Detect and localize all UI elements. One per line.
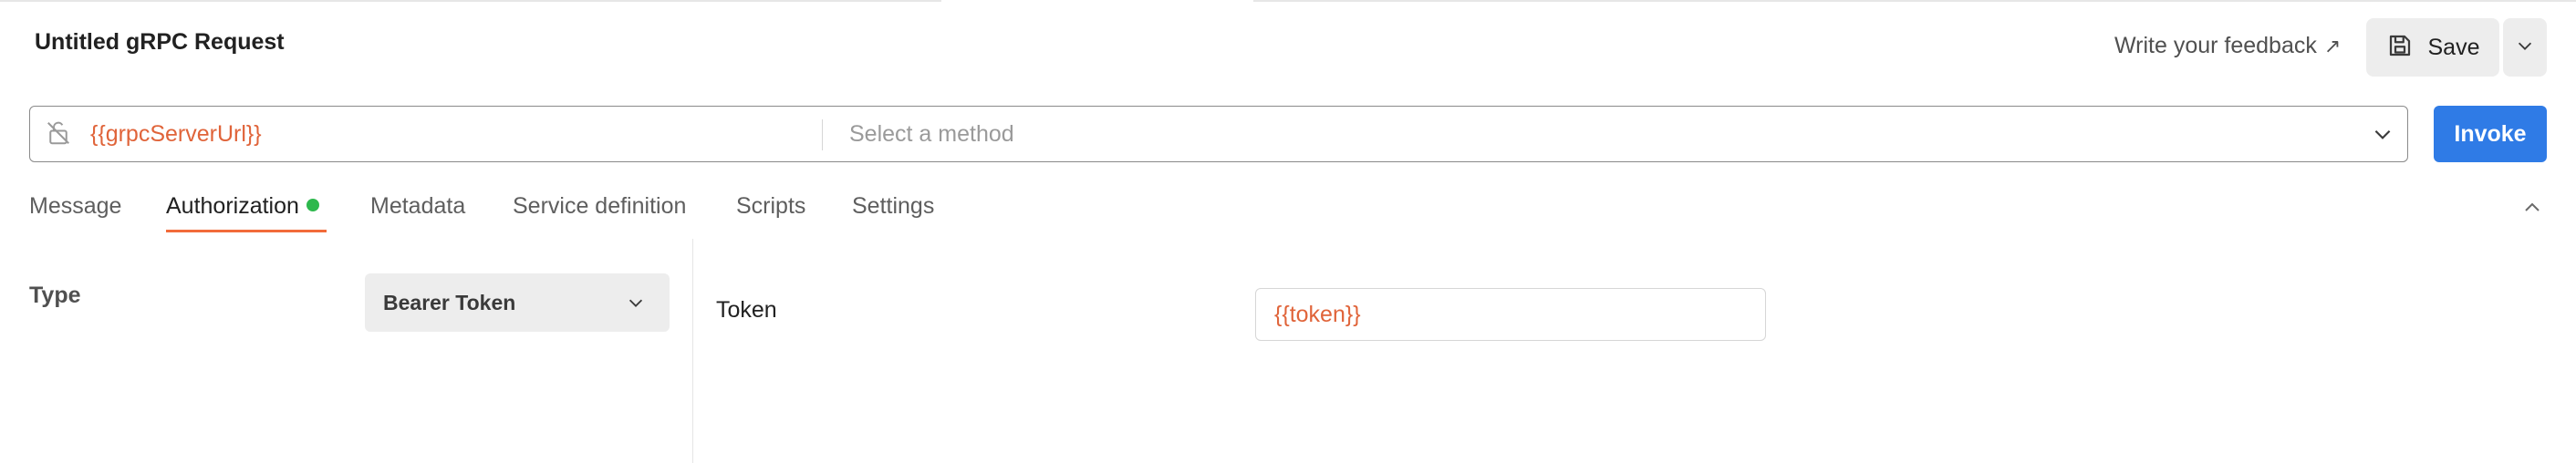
save-label: Save [2427, 34, 2480, 60]
status-dot [306, 199, 319, 212]
tab-label: Metadata [370, 193, 466, 219]
chevron-up-icon[interactable] [2521, 197, 2543, 223]
auth-type-label: Type [29, 283, 81, 308]
tab-label: Service definition [513, 193, 687, 219]
tab-strip-border-right [1253, 0, 2576, 2]
tab-label: Authorization [166, 193, 299, 219]
tab-label: Settings [852, 193, 935, 219]
panel-divider[interactable] [692, 239, 693, 463]
active-tab-indicator [166, 230, 327, 232]
lock-off-icon[interactable] [45, 118, 72, 152]
auth-type-value: Bearer Token [383, 290, 516, 314]
request-title[interactable]: Untitled gRPC Request [35, 29, 285, 56]
tab-strip-border-left [0, 0, 941, 2]
tab-metadata[interactable]: Metadata [370, 193, 465, 220]
save-icon [2386, 32, 2414, 64]
tab-label: Scripts [736, 193, 806, 219]
arrow-up-right-icon: ↗ [2323, 34, 2342, 57]
tab-authorization[interactable]: Authorization [166, 193, 319, 220]
tab-label: Message [29, 193, 122, 219]
url-bar[interactable]: {{grpcServerUrl}} Select a method [29, 106, 2408, 162]
tab-scripts[interactable]: Scripts [736, 193, 805, 220]
feedback-label: Write your feedback [2114, 33, 2317, 58]
chevron-down-icon[interactable] [2371, 122, 2394, 150]
method-select[interactable]: Select a method [849, 121, 1014, 148]
save-options-button[interactable] [2503, 18, 2547, 77]
feedback-link[interactable]: Write your feedback ↗ [2114, 33, 2341, 59]
tab-settings[interactable]: Settings [852, 193, 934, 220]
invoke-button[interactable]: Invoke [2434, 106, 2547, 162]
url-divider [822, 119, 823, 150]
auth-type-select[interactable]: Bearer Token [365, 273, 670, 332]
tab-service-definition[interactable]: Service definition [513, 193, 686, 220]
server-url-input[interactable]: {{grpcServerUrl}} [90, 121, 262, 148]
chevron-down-icon [2515, 36, 2535, 60]
tab-message[interactable]: Message [29, 193, 121, 220]
chevron-down-icon [626, 293, 646, 317]
token-input[interactable]: {{token}} [1255, 288, 1766, 341]
save-button[interactable]: Save [2366, 18, 2499, 77]
token-label: Token [716, 297, 777, 323]
